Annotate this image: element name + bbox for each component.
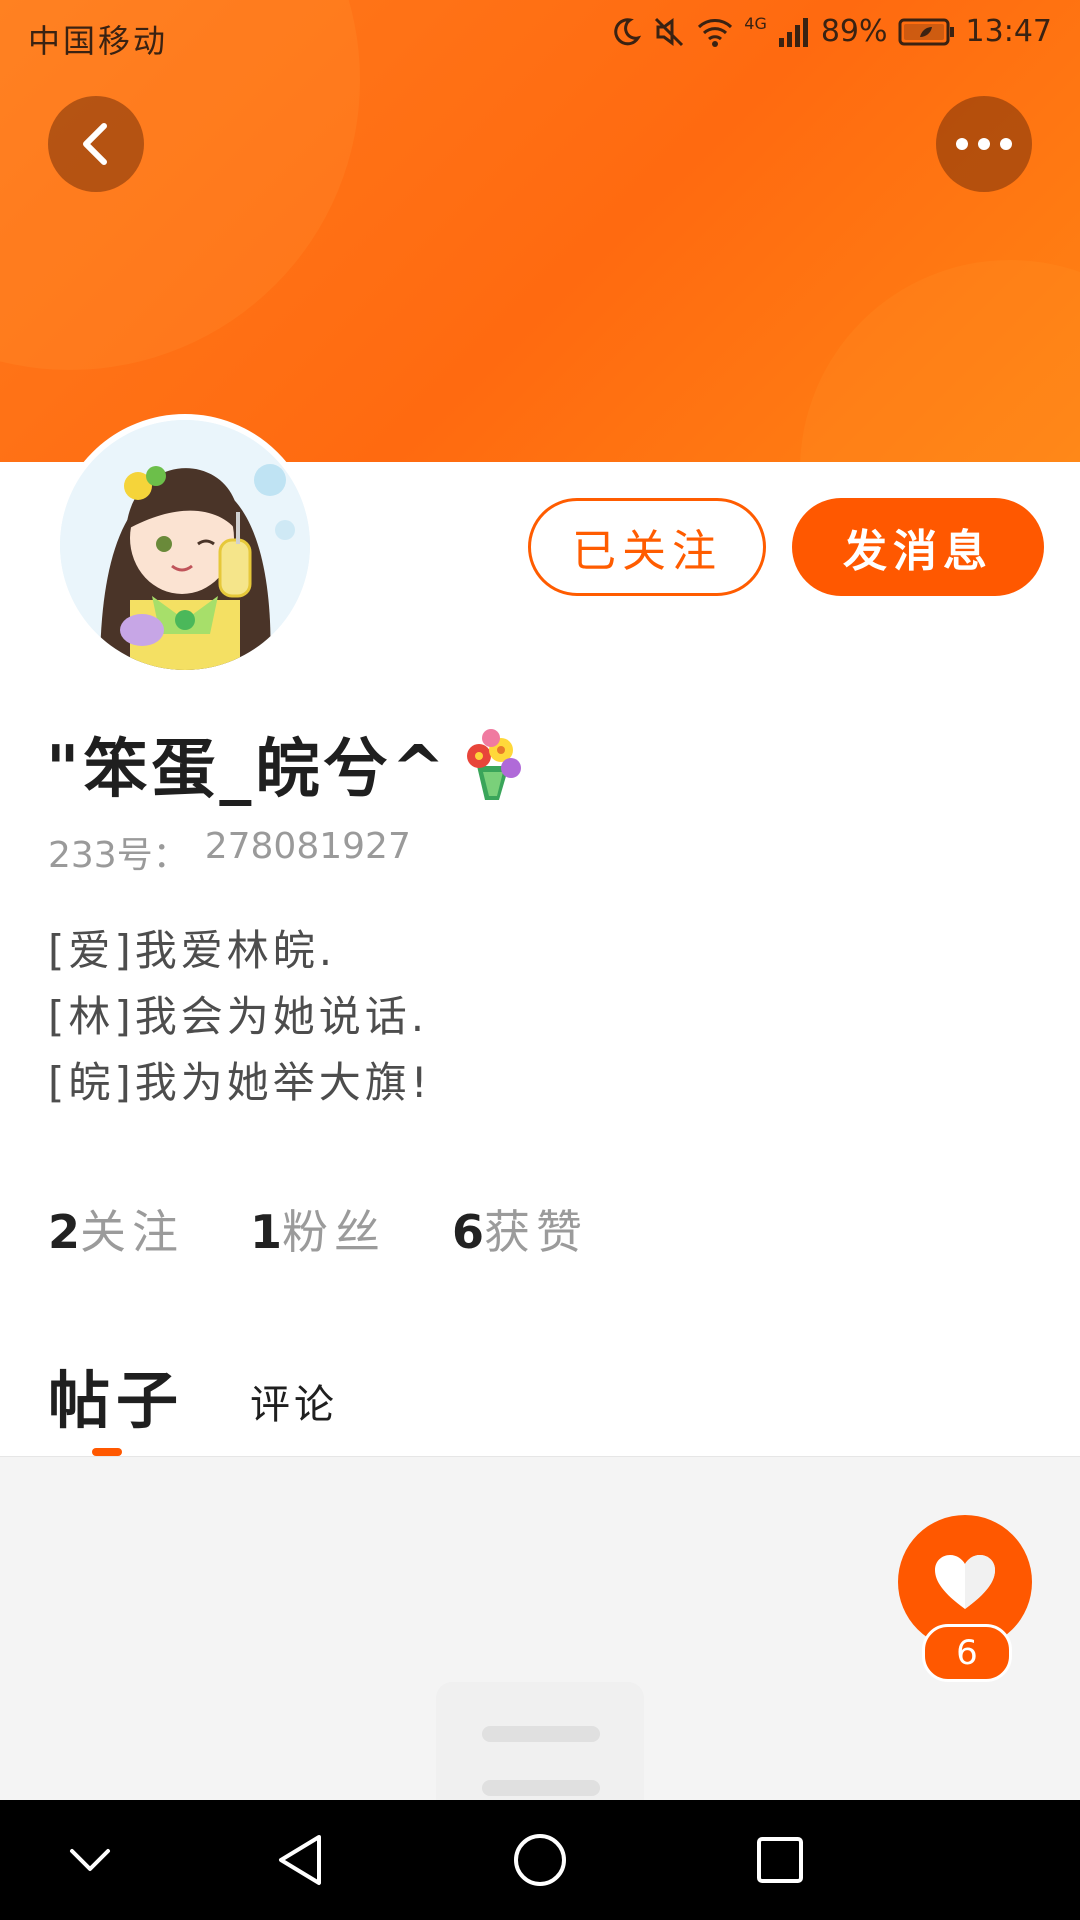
profile-tabs: 帖子 评论 — [48, 1350, 338, 1440]
fans-label: 粉丝 — [282, 1205, 387, 1259]
circle-home-icon — [514, 1834, 566, 1886]
username: "笨蛋_皖兮^ — [46, 718, 531, 810]
user-id: 233号： 278081927 — [48, 826, 411, 878]
moon-icon — [614, 17, 642, 45]
nav-recents-button[interactable] — [750, 1830, 810, 1890]
chevron-down-icon — [70, 1849, 110, 1871]
fans-stat[interactable]: 1 粉丝 — [250, 1196, 386, 1262]
avatar[interactable] — [54, 414, 316, 676]
avatar-illustration — [60, 420, 310, 670]
profile-header-banner: 中国移动 4G 89% 13:47 — [0, 0, 1080, 462]
bio-line: [皖]我为她举大旗! — [48, 1058, 432, 1107]
wifi-icon — [698, 18, 733, 47]
nav-back-button[interactable] — [270, 1830, 330, 1890]
following-count: 2 — [48, 1205, 81, 1259]
status-bar: 中国移动 4G 89% 13:47 — [0, 0, 1080, 74]
like-count-badge: 6 — [922, 1624, 1012, 1682]
battery-percent: 89% — [820, 14, 888, 49]
likes-stat: 6 获赞 — [452, 1196, 588, 1262]
chevron-left-icon — [83, 123, 107, 165]
user-id-value: 278081927 — [204, 826, 411, 867]
active-tab-indicator — [92, 1448, 122, 1456]
tab-comments[interactable]: 评论 — [250, 1372, 338, 1440]
battery-icon — [898, 18, 954, 45]
profile-stats: 2 关注 1 粉丝 6 获赞 — [48, 1196, 588, 1262]
following-stat[interactable]: 2 关注 — [48, 1196, 184, 1262]
tab-posts[interactable]: 帖子 — [48, 1350, 184, 1440]
carrier-name: 中国移动 — [28, 22, 169, 60]
nav-home-button[interactable] — [510, 1830, 570, 1890]
bio-line: [爱]我爱林皖. — [48, 926, 337, 975]
user-id-label: 233号： — [48, 835, 189, 876]
bio: [爱]我爱林皖. [林]我会为她说话. [皖]我为她举大旗! — [48, 918, 432, 1116]
heart-icon — [935, 1555, 995, 1609]
header-decor-circle — [800, 260, 1080, 462]
more-dots-icon — [956, 138, 1012, 150]
placeholder-line — [482, 1780, 600, 1796]
more-options-button[interactable] — [936, 96, 1032, 192]
mute-icon — [655, 17, 684, 46]
likes-count: 6 — [452, 1205, 485, 1259]
username-text: "笨蛋_皖兮^ — [46, 733, 449, 807]
signal-icon — [778, 17, 808, 47]
fans-count: 1 — [250, 1205, 283, 1259]
flower-bouquet-icon — [466, 729, 521, 800]
system-navigation-bar — [0, 1800, 1080, 1920]
placeholder-line — [482, 1726, 600, 1742]
status-icons: 4G 89% 13:47 — [610, 14, 1052, 49]
send-message-button[interactable]: 发消息 — [792, 498, 1044, 596]
following-label: 关注 — [80, 1205, 185, 1259]
likes-label: 获赞 — [484, 1205, 589, 1259]
square-recents-icon — [757, 1837, 803, 1883]
following-button[interactable]: 已关注 — [528, 498, 766, 596]
nav-collapse-button[interactable] — [60, 1830, 120, 1890]
bio-line: [林]我会为她说话. — [48, 992, 429, 1041]
clock: 13:47 — [965, 14, 1052, 49]
network-type: 4G — [744, 14, 767, 33]
back-button[interactable] — [48, 96, 144, 192]
triangle-back-icon — [279, 1835, 321, 1885]
